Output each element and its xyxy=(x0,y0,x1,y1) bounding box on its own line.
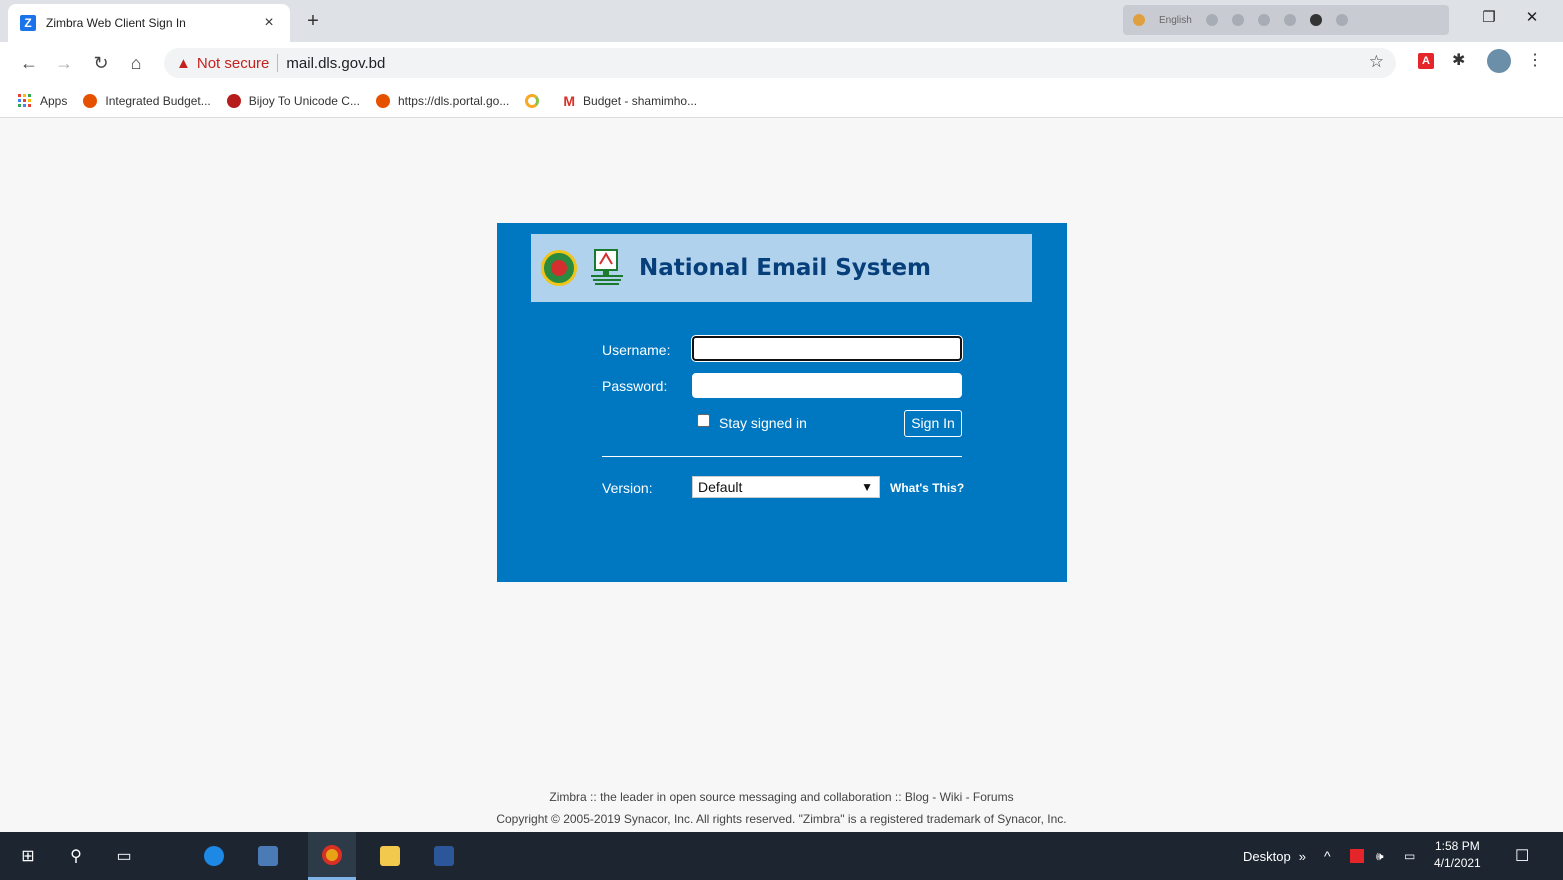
footer-links[interactable]: Zimbra :: the leader in open source mess… xyxy=(0,790,1563,804)
version-selected-value: Default xyxy=(698,479,743,495)
budget-favicon-icon xyxy=(83,93,98,108)
browser-toolbar: ← → ↻ ⌂ ▲ Not secure mail.dls.gov.bd ☆ xyxy=(0,42,1563,84)
clock-date: 4/1/2021 xyxy=(1434,856,1481,870)
notification-icon[interactable]: ☐ xyxy=(1515,832,1529,880)
bookmark-label: Budget - shamimho... xyxy=(583,93,698,108)
version-label: Version: xyxy=(602,480,653,496)
chevron-right-icon: » xyxy=(1298,848,1306,864)
stay-signed-in-label[interactable]: Stay signed in xyxy=(719,415,807,431)
username-input[interactable] xyxy=(692,336,962,361)
bookmark-bijoy[interactable]: Bijoy To Unicode C... xyxy=(226,93,360,108)
username-label: Username: xyxy=(602,342,671,358)
bookmark-dls-portal[interactable]: https://dls.portal.go... xyxy=(375,93,510,108)
portal-favicon-icon xyxy=(375,93,390,108)
close-window-icon[interactable]: ✕ xyxy=(1518,8,1546,26)
tray-minimize-icon[interactable] xyxy=(1205,14,1218,26)
desktop-label: Desktop xyxy=(1243,848,1291,864)
address-bar[interactable]: ▲ Not secure mail.dls.gov.bd ☆ xyxy=(164,48,1396,78)
footer-copyright: Copyright © 2005-2019 Synacor, Inc. All … xyxy=(496,812,1067,826)
clock-time: 1:58 PM xyxy=(1435,839,1480,853)
pdf-tray-icon[interactable] xyxy=(1350,832,1364,880)
bookmark-star-icon[interactable]: ☆ xyxy=(1369,52,1384,72)
tray-pin-icon[interactable] xyxy=(1231,14,1244,26)
tray-language[interactable]: English xyxy=(1159,15,1192,26)
tray-help-icon[interactable] xyxy=(1309,14,1322,26)
profile-avatar[interactable] xyxy=(1487,49,1511,73)
gmail-icon: M xyxy=(563,92,576,109)
bijoy-favicon-icon xyxy=(226,93,241,108)
pdf-extension-icon[interactable]: A xyxy=(1418,53,1434,69)
password-input[interactable] xyxy=(692,373,962,398)
bookmark-integrated-budget[interactable]: Integrated Budget... xyxy=(83,93,211,108)
computer-logo-icon xyxy=(591,249,623,285)
bookmark-label: Integrated Budget... xyxy=(105,93,211,108)
form-divider xyxy=(602,456,962,457)
tray-close-icon[interactable] xyxy=(1335,14,1348,26)
login-card: National Email System Username: Password… xyxy=(497,223,1067,582)
reload-icon[interactable]: ↻ xyxy=(89,51,113,75)
bookmark-label: Bijoy To Unicode C... xyxy=(248,93,360,108)
tray-ie-icon[interactable] xyxy=(1283,14,1296,26)
stay-signed-in-checkbox[interactable] xyxy=(697,414,710,427)
loading-icon xyxy=(525,93,540,108)
bookmark-label: https://dls.portal.go... xyxy=(397,93,510,108)
government-seal-icon xyxy=(541,250,577,286)
bookmark-loading[interactable] xyxy=(525,93,547,108)
sign-in-button[interactable]: Sign In xyxy=(904,410,962,437)
tray-settings-icon[interactable] xyxy=(1257,14,1270,26)
url-text[interactable]: mail.dls.gov.bd xyxy=(286,55,385,72)
apps-grid-icon xyxy=(18,93,32,108)
restore-window-icon[interactable]: ❐ xyxy=(1475,8,1503,26)
edge-icon[interactable] xyxy=(190,832,238,880)
omnibox-divider xyxy=(277,54,279,72)
windows-taskbar: ⊞ ⚲ ▭ Desktop » ^ 🕪 ▭ ☐ xyxy=(0,832,1563,880)
browser-menu-icon[interactable]: ⋮ xyxy=(1527,50,1543,70)
chevron-down-icon: ▼ xyxy=(861,480,873,494)
start-windows-icon[interactable]: ⊞ xyxy=(4,832,52,880)
new-tab-button[interactable]: + xyxy=(302,10,324,32)
clock[interactable]: 1:58 PM 4/1/2021 xyxy=(1434,838,1481,872)
bookmarks-bar: Apps Integrated Budget... Bijoy To Unico… xyxy=(0,84,1563,118)
whats-this-link[interactable]: What's This? xyxy=(890,481,964,495)
tab-close-icon[interactable]: × xyxy=(260,14,278,32)
version-select[interactable]: Default ▼ xyxy=(692,476,880,498)
show-hidden-icons-icon[interactable]: ^ xyxy=(1324,832,1331,880)
app-icon[interactable] xyxy=(244,832,292,880)
extension-tray: English xyxy=(1123,5,1449,35)
banner-title: National Email System xyxy=(639,255,932,281)
password-label: Password: xyxy=(602,378,668,394)
word-icon[interactable] xyxy=(420,832,468,880)
tab-title: Zimbra Web Client Sign In xyxy=(46,16,186,30)
search-icon[interactable]: ⚲ xyxy=(52,832,100,880)
extensions-puzzle-icon[interactable]: ✱ xyxy=(1452,50,1465,70)
volume-icon[interactable]: 🕪 xyxy=(1376,832,1384,880)
security-status[interactable]: Not secure xyxy=(197,55,270,72)
chrome-icon[interactable] xyxy=(308,832,356,880)
zimbra-favicon-icon: Z xyxy=(20,15,36,31)
home-icon[interactable]: ⌂ xyxy=(124,51,148,75)
desktop-toolbar[interactable]: Desktop » xyxy=(1243,832,1306,880)
task-view-icon[interactable]: ▭ xyxy=(100,832,148,880)
tray-keyboard-icon[interactable] xyxy=(1133,14,1145,26)
back-icon[interactable]: ← xyxy=(17,51,41,75)
bookmark-label: Apps xyxy=(40,93,68,108)
warning-icon: ▲ xyxy=(176,54,191,72)
forward-icon[interactable]: → xyxy=(52,51,76,75)
file-explorer-icon[interactable] xyxy=(366,832,414,880)
network-icon[interactable]: ▭ xyxy=(1404,832,1415,880)
bookmark-gmail-budget[interactable]: M Budget - shamimho... xyxy=(563,93,697,109)
bookmark-apps[interactable]: Apps xyxy=(18,93,68,108)
tab-strip: Z Zimbra Web Client Sign In × + English … xyxy=(0,0,1563,42)
browser-tab[interactable]: Z Zimbra Web Client Sign In × xyxy=(8,4,290,42)
login-banner: National Email System xyxy=(531,234,1032,302)
